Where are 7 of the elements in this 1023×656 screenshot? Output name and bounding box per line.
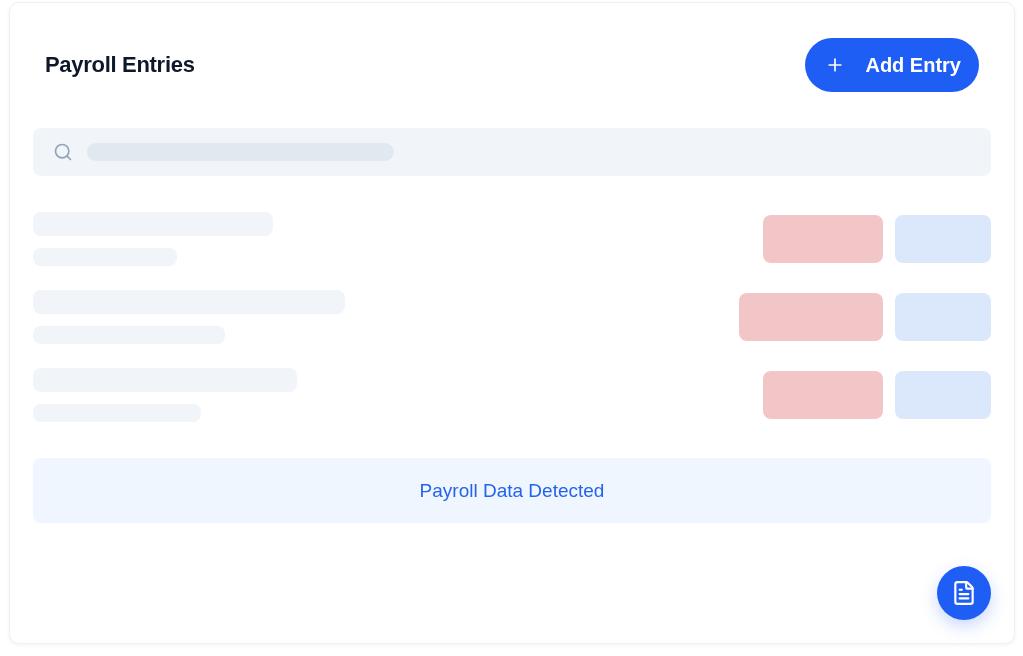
document-button[interactable] xyxy=(937,566,991,620)
card-title: Payroll Entries xyxy=(45,52,195,78)
notice-text: Payroll Data Detected xyxy=(419,479,605,502)
search-field[interactable] xyxy=(33,128,991,176)
search-icon xyxy=(53,142,73,162)
document-icon xyxy=(951,580,977,606)
add-entry-button[interactable]: Add Entry xyxy=(805,38,979,92)
